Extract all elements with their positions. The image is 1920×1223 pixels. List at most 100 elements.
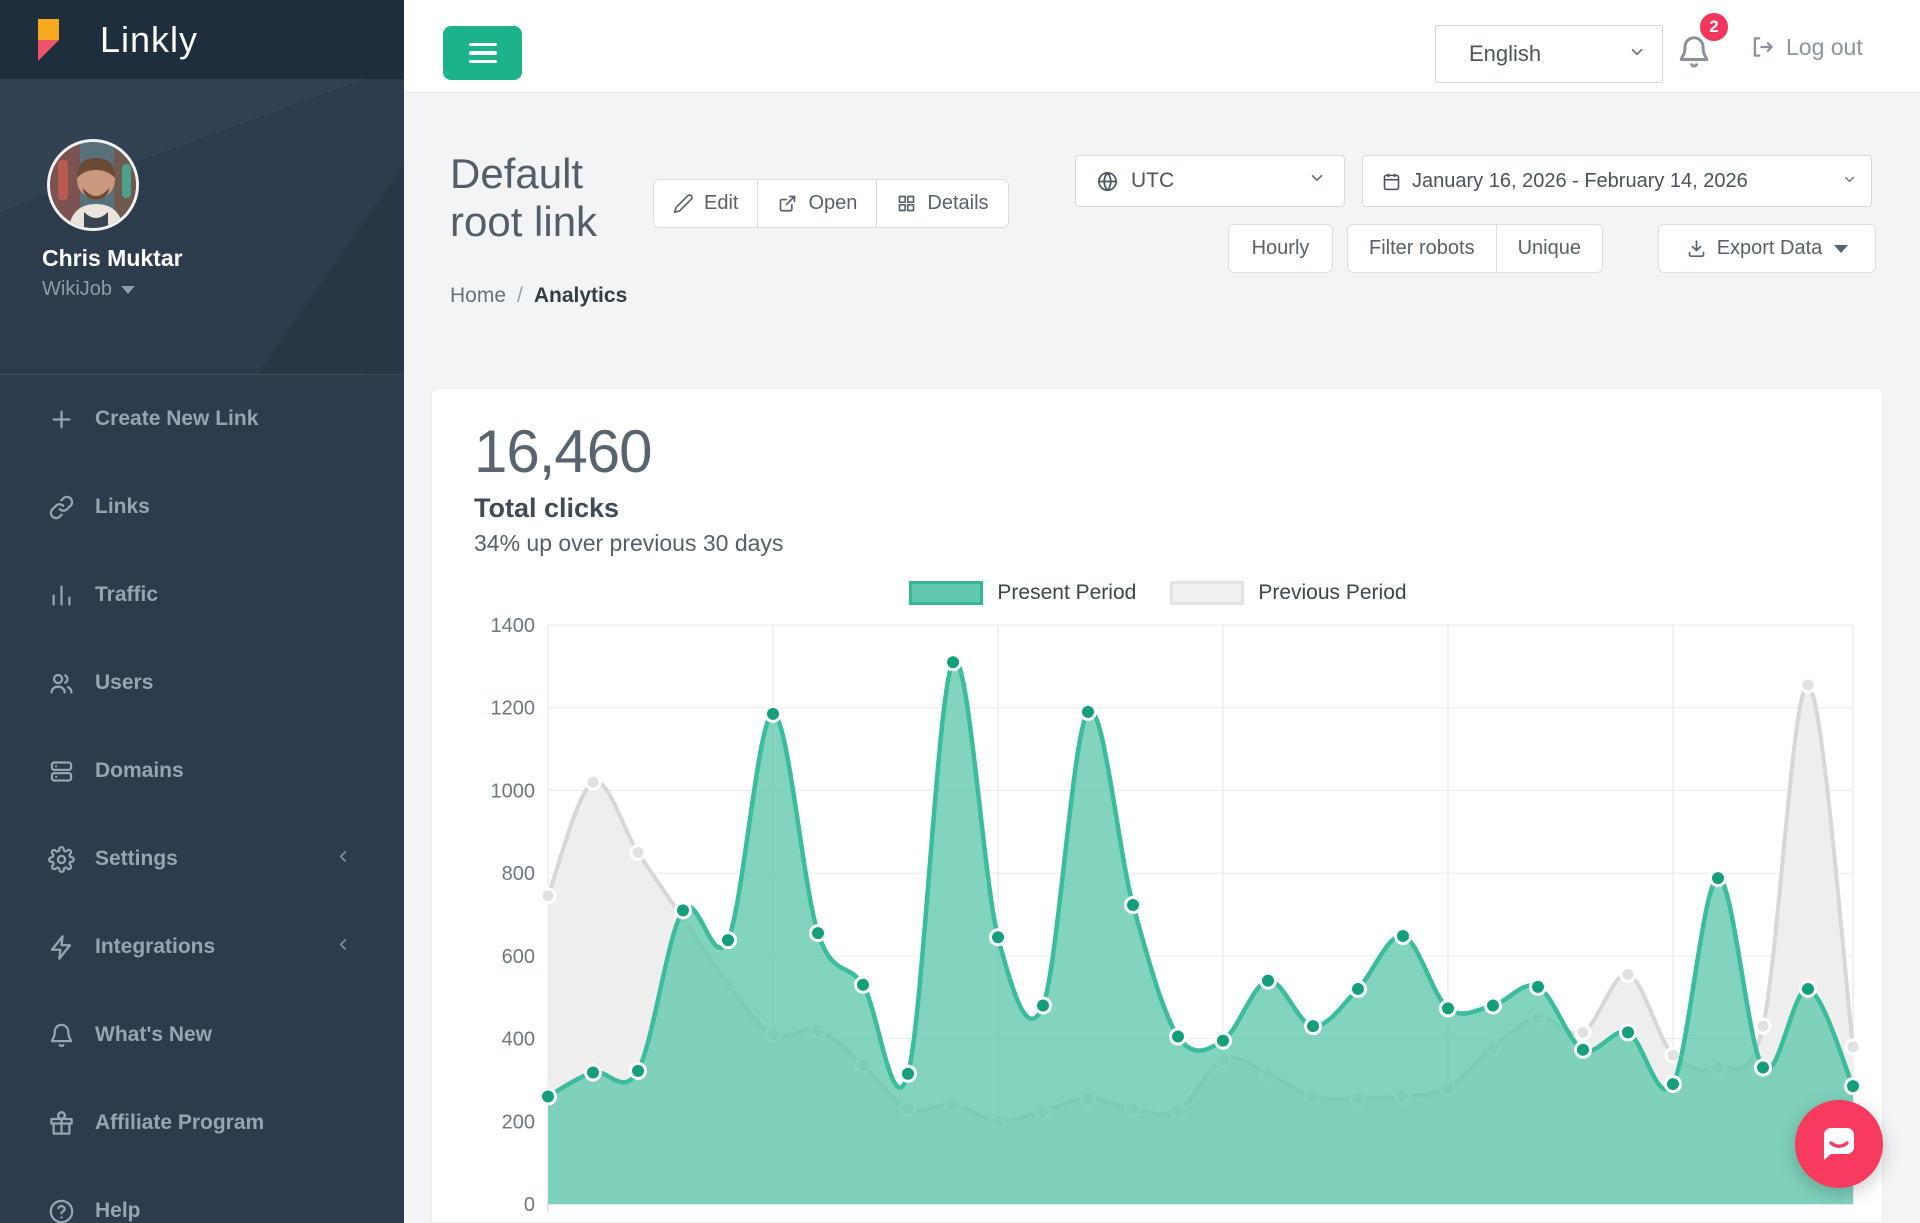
workspace-switcher[interactable]: WikiJob (42, 278, 135, 301)
breadcrumb-separator: / (517, 284, 523, 308)
logout-button[interactable]: Log out (1750, 29, 1863, 65)
pencil-icon (673, 193, 694, 214)
unique-button[interactable]: Unique (1496, 224, 1603, 273)
sidebar-item-whats-new[interactable]: What's New (0, 991, 404, 1079)
sidebar-item-label: Affiliate Program (95, 1111, 264, 1135)
svg-text:1200: 1200 (491, 698, 536, 720)
chat-launcher-button[interactable] (1795, 1100, 1883, 1188)
sidebar-item-links[interactable]: Links (0, 463, 404, 551)
unique-label: Unique (1518, 237, 1581, 260)
logout-icon (1750, 34, 1776, 60)
logout-label: Log out (1786, 34, 1863, 61)
timezone-value: UTC (1131, 169, 1174, 193)
legend-label: Previous Period (1258, 581, 1406, 605)
details-label: Details (927, 192, 988, 215)
details-button[interactable]: Details (876, 179, 1008, 228)
plus-icon (48, 406, 75, 433)
sidebar-item-help[interactable]: Help (0, 1167, 404, 1223)
caret-down-icon (121, 286, 135, 294)
svg-text:1000: 1000 (491, 780, 536, 802)
sidebar-item-label: Create New Link (95, 407, 258, 431)
export-label: Export Data (1717, 237, 1823, 260)
legend-present-period: Present Period (909, 581, 1136, 605)
edit-button[interactable]: Edit (653, 179, 758, 228)
link-icon (48, 494, 75, 521)
total-clicks-subtitle: 34% up over previous 30 days (474, 530, 783, 557)
timezone-select[interactable]: UTC (1075, 155, 1345, 207)
chevron-down-icon (1628, 41, 1646, 67)
analytics-card: 0200400600800100012001400 16,460 Total c… (431, 388, 1883, 1223)
legend-label: Present Period (997, 581, 1136, 605)
download-icon (1686, 238, 1707, 259)
sidebar-item-label: Links (95, 495, 150, 519)
sidebar-item-create-new-link[interactable]: Create New Link (0, 375, 404, 463)
page-title: Default root link (450, 150, 665, 246)
sidebar-item-settings[interactable]: Settings (0, 815, 404, 903)
logo-blue-square (57, 38, 79, 60)
sidebar-item-integrations[interactable]: Integrations (0, 903, 404, 991)
linkly-dashboard: Linkly Chris Muktar WikiJob (0, 0, 1920, 1223)
date-range-picker[interactable]: January 16, 2026 - February 14, 2026 (1362, 155, 1872, 207)
grid-icon (896, 193, 917, 214)
hourly-label: Hourly (1252, 237, 1310, 260)
sidebar-item-traffic[interactable]: Traffic (0, 551, 404, 639)
sidebar-item-affiliate-program[interactable]: Affiliate Program (0, 1079, 404, 1167)
open-button[interactable]: Open (757, 179, 877, 228)
svg-text:400: 400 (502, 1029, 535, 1051)
logo-orange-square (38, 19, 59, 40)
sidebar-item-label: Integrations (95, 935, 215, 959)
breadcrumb-home[interactable]: Home (450, 284, 506, 308)
menu-toggle-button[interactable] (443, 26, 522, 80)
sidebar-item-label: Users (95, 671, 153, 695)
workspace-name: WikiJob (42, 278, 112, 301)
svg-text:1400: 1400 (491, 615, 536, 637)
bell-icon (48, 1022, 75, 1049)
language-select[interactable]: English (1435, 25, 1663, 83)
svg-text:0: 0 (524, 1194, 535, 1216)
hamburger-icon (469, 43, 497, 47)
server-icon (48, 758, 75, 785)
sidebar-nav: Create New Link Links Traffic Users Doma… (0, 375, 404, 1223)
breadcrumb-current: Analytics (534, 284, 627, 308)
svg-text:600: 600 (502, 946, 535, 968)
avatar[interactable] (47, 139, 139, 231)
sidebar-item-label: Settings (95, 847, 178, 871)
profile-section: Chris Muktar WikiJob (0, 79, 404, 375)
chart-legend: Present Period Previous Period (432, 581, 1884, 605)
sidebar: Linkly Chris Muktar WikiJob (0, 0, 404, 1223)
external-link-icon (777, 193, 798, 214)
avatar-photo (50, 142, 139, 231)
lightning-icon (48, 934, 75, 961)
users-icon (48, 670, 75, 697)
brand-logo[interactable]: Linkly (0, 0, 404, 79)
notification-badge[interactable]: 2 (1697, 10, 1731, 44)
sidebar-item-label: What's New (95, 1023, 212, 1047)
breadcrumb: Home / Analytics (450, 284, 627, 308)
filter-robots-button[interactable]: Filter robots (1347, 224, 1497, 273)
sidebar-item-domains[interactable]: Domains (0, 727, 404, 815)
linkly-logo-icon (38, 17, 84, 63)
chevron-down-icon (1842, 170, 1857, 193)
logo-pink-triangle (38, 40, 59, 61)
clicks-area-chart: 0200400600800100012001400 (432, 389, 1884, 1223)
present-period-swatch (909, 581, 983, 605)
previous-period-swatch (1170, 581, 1244, 605)
sidebar-item-label: Traffic (95, 583, 158, 607)
sidebar-item-label: Domains (95, 759, 184, 783)
open-label: Open (808, 192, 857, 215)
globe-icon (1096, 170, 1119, 193)
caret-down-icon (1834, 245, 1848, 253)
legend-previous-period: Previous Period (1170, 581, 1406, 605)
svg-text:200: 200 (502, 1111, 535, 1133)
hourly-toggle-button[interactable]: Hourly (1228, 224, 1333, 273)
gear-icon (48, 846, 75, 873)
profile-name: Chris Muktar (42, 245, 183, 272)
topbar: English 2 Log out (404, 0, 1920, 93)
edit-label: Edit (704, 192, 738, 215)
filter-toggle-group: Filter robots Unique (1347, 224, 1603, 273)
total-clicks-label: Total clicks (474, 493, 619, 524)
export-data-button[interactable]: Export Data (1658, 224, 1876, 273)
sidebar-item-users[interactable]: Users (0, 639, 404, 727)
help-circle-icon (48, 1198, 75, 1223)
brand-name: Linkly (100, 19, 198, 61)
